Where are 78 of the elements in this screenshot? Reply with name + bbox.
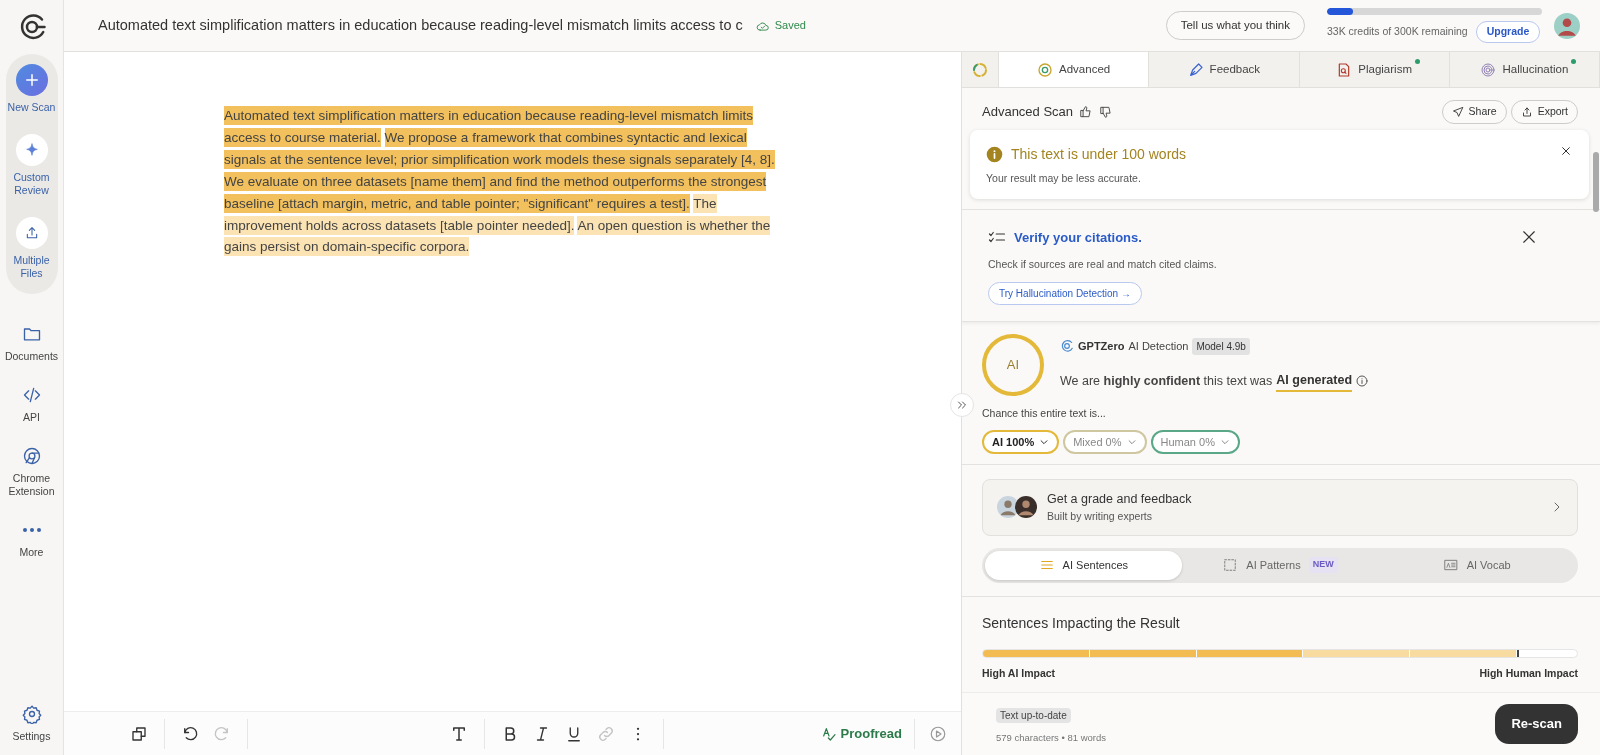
undo-icon[interactable]	[181, 724, 199, 743]
send-icon	[1451, 105, 1464, 118]
new-badge: NEW	[1308, 557, 1338, 573]
settings-button[interactable]: Settings	[0, 704, 63, 743]
close-icon[interactable]	[1561, 145, 1571, 156]
chrome-icon	[21, 446, 42, 466]
thumbs-down-icon[interactable]	[1099, 104, 1114, 119]
avatar-icon	[1015, 496, 1037, 519]
copy-icon[interactable]	[130, 724, 148, 743]
dashed-square-icon	[1222, 558, 1239, 572]
grade-feedback-card[interactable]: Get a grade and feedback Built by writing experts	[982, 479, 1578, 536]
feedback-button[interactable]: Tell us what you think	[1165, 10, 1305, 41]
result-statement: We are highly confident this text was	[1060, 372, 1273, 390]
warning-text: Your result may be less accurate.	[986, 170, 1142, 186]
mode-tab[interactable]: AI Vocab	[1378, 550, 1575, 580]
sidebar-item[interactable]: More	[0, 520, 63, 559]
spellcheck-icon	[820, 725, 837, 742]
sidebar-item[interactable]: Multiple Files	[6, 217, 57, 280]
chance-label: Chance this entire text is...	[982, 405, 1107, 421]
code-icon	[21, 385, 42, 405]
export-button[interactable]: Export	[1510, 100, 1578, 124]
scrollbar-thumb[interactable]	[1593, 152, 1599, 212]
underline-icon[interactable]	[565, 724, 583, 743]
scale-label: High Human Impact	[1479, 665, 1578, 681]
upgrade-button[interactable]: Upgrade	[1475, 21, 1541, 43]
document-title: Automated text simplification matters in education because reading-level mismatch limits access to c	[98, 15, 743, 35]
share-button[interactable]: Share	[1441, 100, 1507, 124]
mode-tab[interactable]: AI Sentences	[985, 550, 1182, 580]
logo-icon	[1060, 339, 1074, 354]
grade-subtitle: Built by writing experts	[1047, 508, 1154, 524]
product-name: AI Detection	[1128, 339, 1189, 355]
target-icon	[1037, 61, 1054, 78]
probability-dropdown[interactable]: Human 0%	[1150, 429, 1240, 454]
mode-tab[interactable]: AI Patterns NEW	[1181, 550, 1379, 580]
score-ring: AI	[982, 333, 1044, 396]
spiral-icon	[1480, 61, 1497, 78]
vocabulary-icon	[1442, 558, 1459, 572]
rescan-button[interactable]: Re-scan	[1495, 704, 1578, 744]
section-title: Sentences Impacting the Result	[982, 613, 1181, 633]
probability-dropdown[interactable]: AI 100%	[982, 429, 1060, 454]
scale-label: High AI Impact	[982, 665, 1056, 681]
hallucination-detection-button[interactable]: Try Hallucination Detection →	[988, 281, 1142, 305]
settings-icon	[21, 704, 42, 724]
more-icon	[22, 528, 41, 532]
sidebar-item[interactable]: Documents	[0, 324, 63, 363]
thumbs-up-icon[interactable]	[1079, 104, 1094, 119]
verdict-link[interactable]: AI generated	[1276, 370, 1353, 392]
pen-icon	[1187, 61, 1204, 78]
sidebar-item[interactable]: Custom Review	[6, 134, 57, 197]
warning-title: This text is under 100 words	[1011, 144, 1187, 164]
panel-tab[interactable]: Advanced	[999, 52, 1150, 87]
proofread-button[interactable]: Proofread	[808, 723, 914, 744]
loading-ring-icon	[972, 61, 988, 78]
credits-text: 33K credits of 300K remaining	[1327, 24, 1468, 40]
citation-text: Check if sources are real and match cited claims.	[988, 257, 1218, 272]
play-icon[interactable]	[929, 724, 947, 743]
avatar-icon[interactable]	[1554, 12, 1580, 39]
sidebar-item[interactable]: API	[0, 385, 63, 424]
lines-icon	[1038, 558, 1055, 572]
citation-title: Verify your citations.	[1014, 228, 1142, 247]
close-icon[interactable]	[1522, 229, 1536, 244]
info-icon	[1356, 375, 1369, 388]
double-chevron-icon	[956, 399, 968, 411]
info-icon	[986, 145, 1003, 163]
text-stats: 579 characters • 81 words	[996, 731, 1106, 746]
sparkle-icon	[23, 142, 40, 158]
brand-name: GPTZero	[1078, 339, 1125, 355]
status-tag: Text up-to-date	[996, 708, 1071, 724]
sidebar-item[interactable]: Chrome Extension	[0, 446, 63, 498]
scan-title: Advanced Scan	[982, 103, 1074, 122]
grade-title: Get a grade and feedback	[1047, 491, 1192, 508]
text-format-icon[interactable]	[450, 724, 468, 743]
model-badge: Model 4.9b	[1192, 337, 1250, 355]
probability-dropdown[interactable]: Mixed 0%	[1063, 429, 1147, 454]
checklist-icon	[988, 230, 1006, 245]
upload-icon	[1520, 105, 1533, 118]
save-status-text: Saved	[774, 18, 806, 34]
sidebar-item[interactable]: New Scan	[6, 64, 57, 114]
